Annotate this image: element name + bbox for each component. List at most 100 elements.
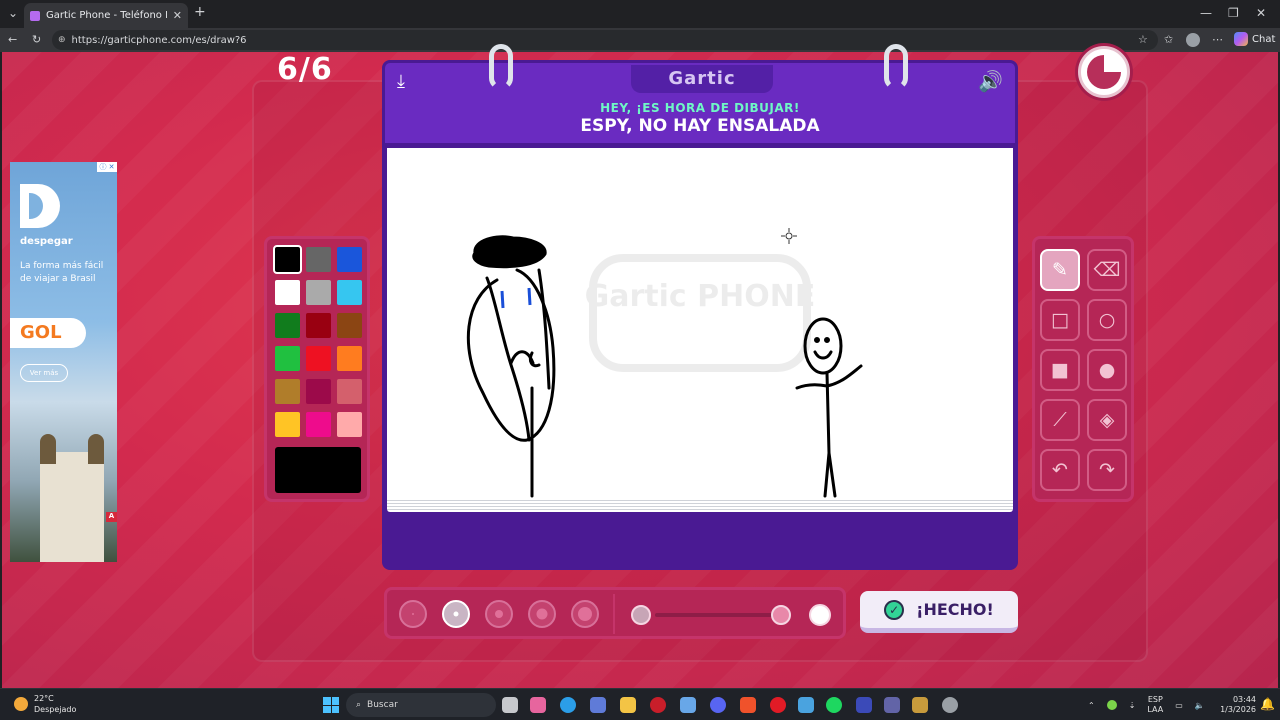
close-window-icon[interactable]: ✕ (1256, 6, 1266, 20)
network-icon[interactable]: ▭ (1175, 701, 1183, 710)
opacity-slider-handle[interactable] (771, 605, 791, 625)
color-swatch[interactable] (273, 245, 302, 274)
color-swatch[interactable] (275, 346, 300, 371)
brush-size-button[interactable] (485, 600, 513, 628)
ellipse-fill-tool-button[interactable]: ● (1087, 349, 1127, 391)
color-swatch[interactable] (337, 412, 362, 437)
more-menu-icon[interactable]: ⋯ (1212, 33, 1223, 46)
weather-widget[interactable]: 22°C Despejado (14, 693, 76, 715)
line-tool-button[interactable]: ⟋ (1040, 399, 1080, 441)
tray-overflow-icon[interactable]: ⌃ (1088, 701, 1095, 710)
notifications-bell-icon[interactable]: 🔔 (1260, 697, 1275, 711)
drawing-canvas[interactable]: Gartic PHONE (387, 148, 1013, 498)
minimize-icon[interactable]: — (1200, 6, 1212, 20)
taskbar-clock[interactable]: 03:44 1/3/2026 (1216, 695, 1256, 715)
color-swatch[interactable] (275, 313, 300, 338)
color-swatch[interactable] (337, 313, 362, 338)
done-button[interactable]: ✓ ¡HECHO! (860, 591, 1018, 633)
brush-size-button[interactable] (399, 600, 427, 628)
copilot-chat-button[interactable]: Chat (1234, 32, 1275, 46)
notepad-icon[interactable] (680, 697, 696, 713)
office-icon[interactable] (798, 697, 814, 713)
opera-gx-icon[interactable] (650, 697, 666, 713)
ellipse-outline-tool-button[interactable]: ○ (1087, 299, 1127, 341)
ad-cta-button[interactable]: Ver más (20, 364, 68, 382)
back-icon[interactable]: ← (8, 33, 17, 46)
file-explorer-icon[interactable] (620, 697, 636, 713)
taskbar-search[interactable]: ⌕ Buscar (346, 693, 496, 717)
color-swatch[interactable] (306, 313, 331, 338)
site-info-icon[interactable]: ⊕ (58, 35, 66, 45)
windows-start-icon[interactable] (323, 697, 339, 713)
fill-bucket-tool-button[interactable]: ◈ (1087, 399, 1127, 441)
color-swatch[interactable] (306, 280, 331, 305)
ad-badge-icon[interactable]: A (106, 512, 117, 522)
settings-gear-icon[interactable] (942, 697, 958, 713)
notebook-ring-right (884, 44, 908, 90)
bookmark-star-icon[interactable]: ☆ (1138, 33, 1148, 46)
color-swatch[interactable] (306, 379, 331, 404)
drawing-eye-left (500, 290, 505, 309)
brush-size-button[interactable] (528, 600, 556, 628)
restore-icon[interactable]: ❐ (1228, 6, 1239, 20)
teams-icon[interactable] (884, 697, 900, 713)
download-icon[interactable]: ⤓ (397, 71, 405, 92)
color-swatch[interactable] (306, 412, 331, 437)
color-swatch[interactable] (306, 247, 331, 272)
store-icon[interactable] (590, 697, 606, 713)
color-swatch[interactable] (306, 346, 331, 371)
color-swatch[interactable] (337, 247, 362, 272)
color-swatch[interactable] (275, 379, 300, 404)
address-bar[interactable]: ⊕ https://garticphone.com/es/draw?6 (52, 30, 1158, 50)
crosshair-cursor-icon (781, 228, 797, 244)
undo-button[interactable]: ↶ (1040, 449, 1080, 491)
tab-menu-chevron-icon[interactable]: ⌄ (8, 6, 18, 20)
color-swatch[interactable] (337, 346, 362, 371)
rectangle-outline-tool-button[interactable]: □ (1040, 299, 1080, 341)
adchoices-icon[interactable]: ⓘ ✕ (97, 162, 117, 172)
brave-icon[interactable] (740, 697, 756, 713)
redo-button[interactable]: ↷ (1087, 449, 1127, 491)
reload-icon[interactable]: ↻ (32, 33, 41, 46)
copilot-app-icon[interactable] (530, 697, 546, 713)
profile-avatar-icon[interactable] (1186, 33, 1200, 47)
advertisement-banner[interactable]: ⓘ ✕ despegar La forma más fácil de viaja… (10, 162, 117, 562)
checkmark-icon: ✓ (884, 599, 905, 620)
ad-tagline: La forma más fácil de viajar a Brasil (20, 261, 104, 284)
opacity-slider[interactable] (625, 596, 839, 632)
notebook-body: Gartic PHONE (382, 146, 1018, 570)
opera-icon[interactable] (770, 697, 786, 713)
edge-browser-icon[interactable] (560, 697, 576, 713)
opacity-high-marker (809, 604, 831, 626)
undo-icon: ↶ (1052, 459, 1068, 481)
color-swatch[interactable] (275, 280, 300, 305)
sound-icon[interactable]: 🔊 (978, 69, 1003, 93)
tray-app-icon[interactable] (1106, 700, 1117, 710)
browser-tab[interactable]: Gartic Phone - Teléfono Descomp ✕ (24, 3, 188, 28)
color-swatch[interactable] (337, 280, 362, 305)
task-view-icon[interactable] (502, 697, 518, 713)
brush-size-button[interactable] (571, 600, 599, 628)
spotify-icon[interactable] (826, 697, 842, 713)
rectangle-fill-tool-button[interactable]: ■ (1040, 349, 1080, 391)
favorites-icon[interactable]: ✩ (1164, 33, 1173, 46)
new-tab-icon[interactable]: + (194, 4, 206, 20)
color-swatch[interactable] (337, 379, 362, 404)
drawing-svg: Gartic PHONE (466, 228, 863, 498)
app-icon[interactable] (856, 697, 872, 713)
tray-usb-icon[interactable]: ⇣ (1129, 701, 1136, 710)
gartic-phone-watermark: Gartic PHONE (585, 254, 815, 372)
brush-size-button[interactable] (442, 600, 470, 628)
drawing-prompt: ESPY, NO HAY ENSALADA (580, 116, 820, 136)
pencil-tool-button[interactable]: ✎ (1040, 249, 1080, 291)
league-icon[interactable] (912, 697, 928, 713)
volume-icon[interactable]: 🔈 (1195, 701, 1205, 710)
color-swatch[interactable] (275, 412, 300, 437)
color-palette (264, 236, 370, 502)
discord-icon[interactable] (710, 697, 726, 713)
close-tab-icon[interactable]: ✕ (173, 9, 182, 22)
done-label: ¡HECHO! (916, 600, 994, 619)
opacity-track (655, 613, 785, 617)
eraser-tool-button[interactable]: ⌫ (1087, 249, 1127, 291)
line-icon: ⟋ (1053, 409, 1067, 431)
